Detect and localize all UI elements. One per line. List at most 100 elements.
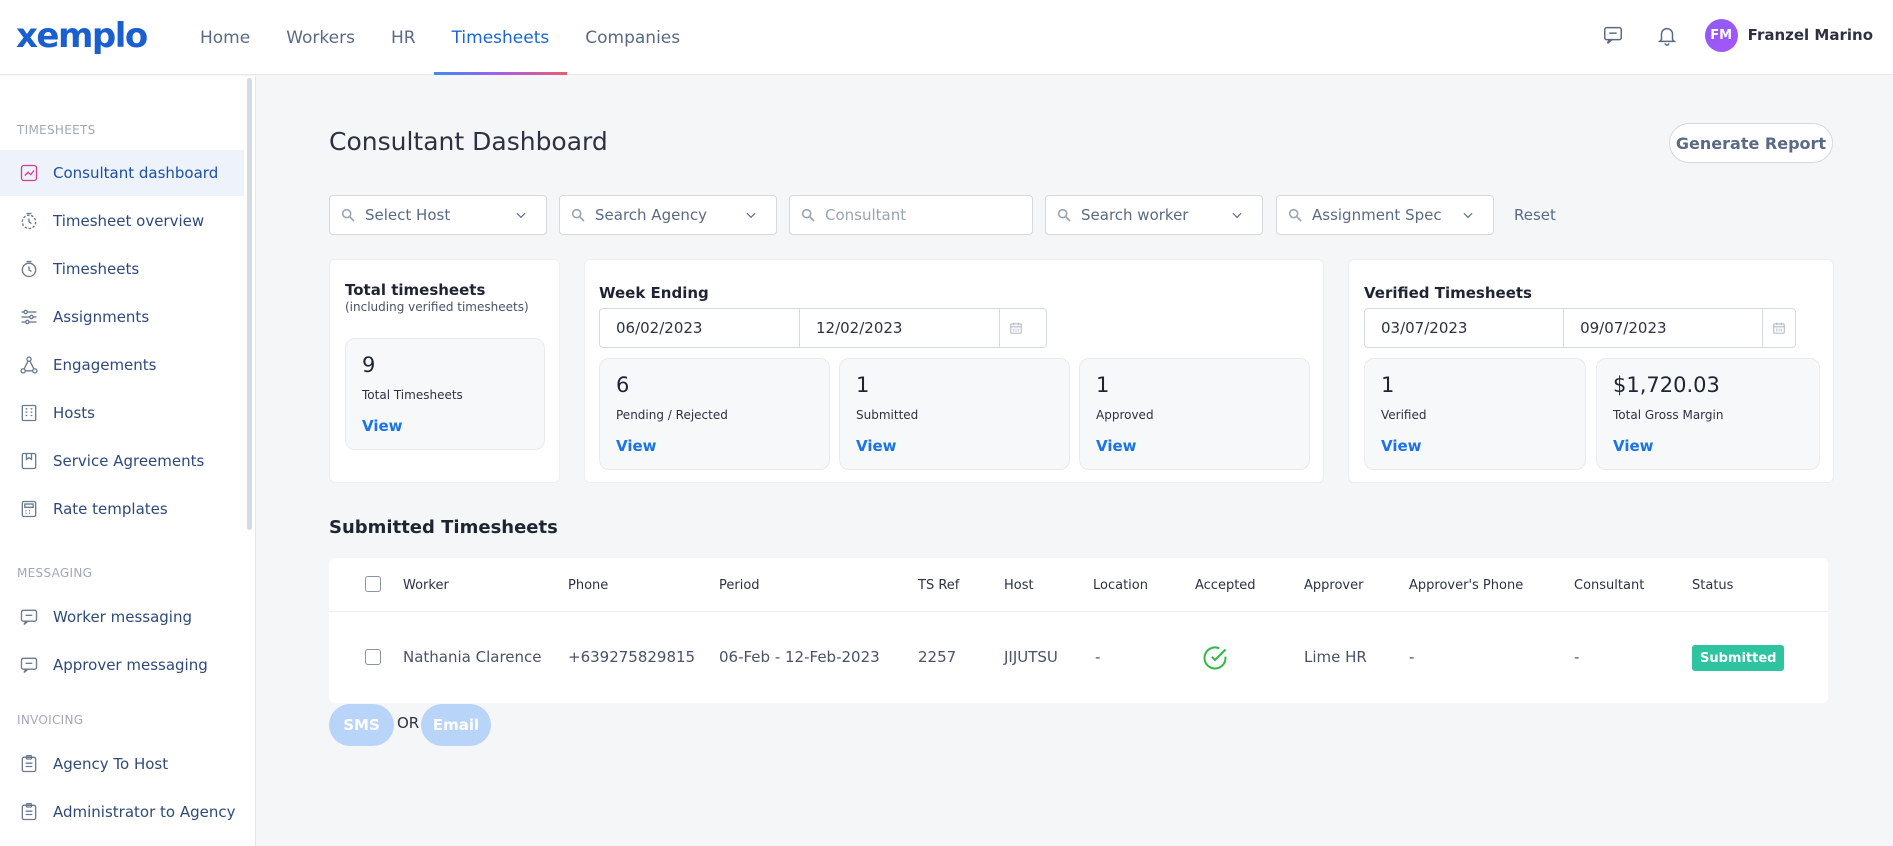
date-from-input[interactable]: 03/07/2023 <box>1365 309 1565 347</box>
column-header[interactable]: Approver <box>1304 578 1363 593</box>
agency-select-value: Search Agency <box>595 206 707 224</box>
consultant-cell: - <box>1574 648 1580 666</box>
sms-button[interactable]: SMS <box>329 704 394 746</box>
sidebar-item-worker-messaging[interactable]: Worker messaging <box>0 594 244 640</box>
sidebar-item-label: Administrator to Agency <box>53 803 236 821</box>
stopwatch-icon <box>18 258 40 280</box>
calendar-icon[interactable] <box>1763 309 1795 347</box>
page-title: Consultant Dashboard <box>329 127 608 156</box>
avatar[interactable]: FM <box>1704 18 1738 52</box>
stat-value: 6 <box>616 373 630 397</box>
location-cell: - <box>1095 648 1101 666</box>
sidebar-item-consultant-dashboard[interactable]: Consultant dashboard <box>0 150 244 196</box>
worker-select[interactable]: Search worker <box>1045 195 1263 235</box>
sidebar-item-assignments[interactable]: Assignments <box>0 294 244 340</box>
section-invoicing: INVOICING <box>17 713 84 727</box>
view-link[interactable]: View <box>1381 437 1422 455</box>
nav-companies[interactable]: Companies <box>567 0 698 75</box>
nav-home[interactable]: Home <box>182 0 268 75</box>
verified-date-range: 03/07/2023 09/07/2023 <box>1364 308 1796 348</box>
chart-icon <box>18 162 40 184</box>
stat-label: Pending / Rejected <box>616 408 728 422</box>
clipboard-icon <box>18 753 40 775</box>
nav-timesheets[interactable]: Timesheets <box>433 0 568 75</box>
ts-ref-cell: 2257 <box>918 648 957 666</box>
sidebar-item-label: Assignments <box>53 308 150 326</box>
reset-button[interactable]: Reset <box>1514 206 1556 224</box>
date-to-input[interactable]: 09/07/2023 <box>1564 309 1764 347</box>
column-header[interactable]: TS Ref <box>918 578 959 593</box>
bookmark-icon <box>18 450 40 472</box>
view-link[interactable]: View <box>616 437 657 455</box>
nav-hr[interactable]: HR <box>373 0 434 75</box>
section-messaging: MESSAGING <box>17 566 93 580</box>
stat-label: Verified <box>1381 408 1427 422</box>
card-title: Verified Timesheets <box>1364 284 1532 302</box>
email-button[interactable]: Email <box>421 704 491 746</box>
stat-label: Total Timesheets <box>362 388 463 402</box>
host-select[interactable]: Select Host <box>329 195 547 235</box>
xemplo-logo[interactable]: xemplo <box>16 16 148 56</box>
search-icon <box>1056 207 1072 223</box>
search-icon <box>340 207 356 223</box>
sidebar-scrollbar[interactable] <box>247 78 252 530</box>
view-link[interactable]: View <box>1613 437 1654 455</box>
approver-cell: Lime HR <box>1304 648 1367 666</box>
view-link[interactable]: View <box>362 417 403 435</box>
stat-value: 1 <box>1381 373 1395 397</box>
column-header[interactable]: Accepted <box>1195 578 1256 593</box>
sidebar-item-administrator-to-agency[interactable]: Administrator to Agency <box>0 789 244 835</box>
main-nav: Home Workers HR Timesheets Companies <box>182 0 698 75</box>
sidebar-item-hosts[interactable]: Hosts <box>0 390 244 436</box>
network-icon <box>18 354 40 376</box>
bell-icon[interactable] <box>1655 23 1679 47</box>
chevron-down-icon <box>1461 208 1475 222</box>
column-header[interactable]: Consultant <box>1574 578 1644 593</box>
column-header[interactable]: Approver's Phone <box>1409 578 1523 593</box>
sidebar-item-rate-templates[interactable]: Rate templates <box>0 486 244 532</box>
stat-value: 9 <box>362 353 376 377</box>
sidebar-item-approver-messaging[interactable]: Approver messaging <box>0 642 244 688</box>
sidebar-item-engagements[interactable]: Engagements <box>0 342 244 388</box>
gross-margin-stat: $1,720.03 Total Gross Margin View <box>1596 358 1820 470</box>
submitted-timesheets-title: Submitted Timesheets <box>329 517 558 538</box>
worker-cell[interactable]: Nathania Clarence <box>403 648 542 666</box>
sidebar-item-label: Service Agreements <box>53 452 205 470</box>
column-header[interactable]: Status <box>1692 578 1733 593</box>
consultant-input[interactable]: Consultant <box>789 195 1033 235</box>
assignment-select[interactable]: Assignment Spec <box>1276 195 1494 235</box>
nav-workers[interactable]: Workers <box>268 0 373 75</box>
total-timesheets-card: Total timesheets (including verified tim… <box>329 259 560 483</box>
column-header[interactable]: Period <box>719 578 760 593</box>
row-checkbox[interactable] <box>365 649 381 665</box>
top-bar: xemplo Home Workers HR Timesheets Compan… <box>0 0 1893 75</box>
verified-timesheets-card: Verified Timesheets 03/07/2023 09/07/202… <box>1348 259 1834 483</box>
column-header[interactable]: Host <box>1004 578 1034 593</box>
sidebar-item-label: Consultant dashboard <box>53 164 219 182</box>
view-link[interactable]: View <box>1096 437 1137 455</box>
calendar-icon[interactable] <box>1000 309 1032 347</box>
select-all-checkbox[interactable] <box>365 576 381 592</box>
section-timesheets: TIMESHEETS <box>17 123 96 137</box>
column-header[interactable]: Phone <box>568 578 608 593</box>
generate-report-button[interactable]: Generate Report <box>1669 123 1833 163</box>
column-header[interactable]: Location <box>1093 578 1148 593</box>
user-name[interactable]: Franzel Marino <box>1748 26 1873 44</box>
date-to-input[interactable]: 12/02/2023 <box>800 309 1000 347</box>
sidebar-item-timesheet-overview[interactable]: Timesheet overview <box>0 198 244 244</box>
chat-icon[interactable] <box>1601 23 1625 47</box>
message-icon <box>18 654 40 676</box>
verified-stat: 1 Verified View <box>1364 358 1586 470</box>
view-link[interactable]: View <box>856 437 897 455</box>
column-header[interactable]: Worker <box>403 578 449 593</box>
sidebar-item-label: Approver messaging <box>53 656 208 674</box>
sidebar-item-timesheets[interactable]: Timesheets <box>0 246 244 292</box>
sidebar-item-agency-to-host[interactable]: Agency To Host <box>0 741 244 787</box>
stat-value: 1 <box>856 373 870 397</box>
assignment-select-value: Assignment Spec <box>1312 206 1442 224</box>
agency-select[interactable]: Search Agency <box>559 195 777 235</box>
week-date-range: 06/02/2023 12/02/2023 <box>599 308 1047 348</box>
sidebar-item-service-agreements[interactable]: Service Agreements <box>0 438 244 484</box>
date-from-input[interactable]: 06/02/2023 <box>600 309 800 347</box>
message-icon <box>18 606 40 628</box>
